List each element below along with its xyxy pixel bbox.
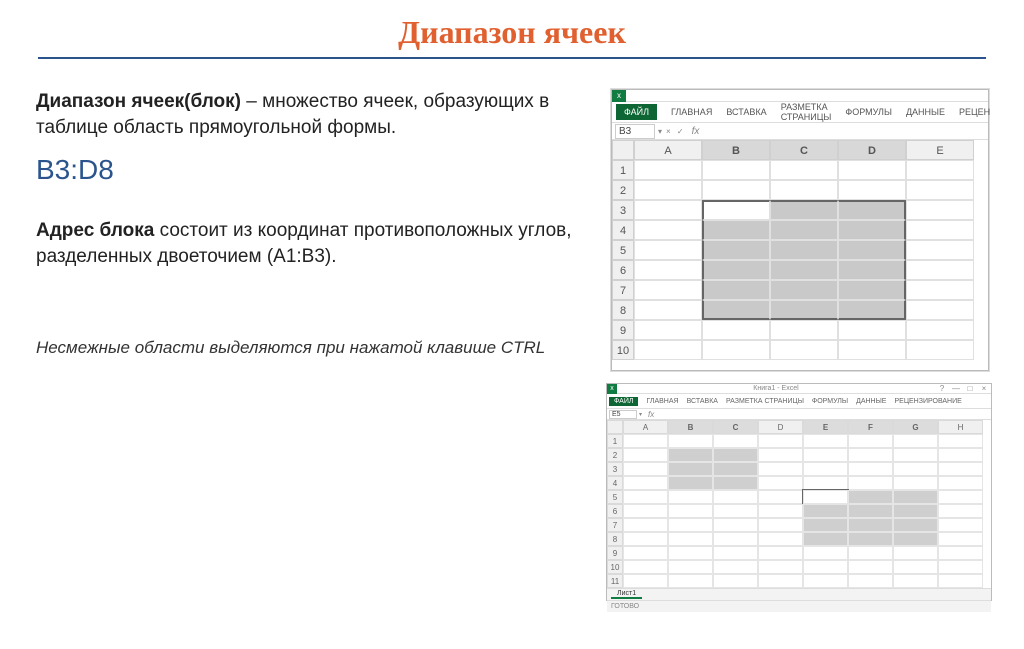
- help-icon[interactable]: ?: [935, 384, 949, 394]
- ribbon-tab-home[interactable]: ГЛАВНАЯ: [646, 398, 678, 405]
- excel-app-icon: x: [607, 384, 617, 394]
- right-column: x ФАЙЛ ГЛАВНАЯ ВСТАВКА РАЗМЕТКА СТРАНИЦЫ…: [596, 89, 996, 601]
- excel1-grid[interactable]: ABCDE12345678910: [612, 140, 988, 360]
- page-title: Диапазон ячеек: [0, 0, 1024, 51]
- excel1-titlebar: x: [612, 90, 988, 102]
- file-tab[interactable]: ФАЙЛ: [616, 104, 657, 120]
- excel2-statusbar: Лист1: [607, 588, 991, 600]
- ctrl-note: Несмежные области выделяются при нажатой…: [36, 336, 576, 360]
- ribbon-tab-insert[interactable]: ВСТАВКА: [687, 398, 718, 405]
- ribbon-tab-formulas[interactable]: ФОРМУЛЫ: [845, 107, 892, 117]
- ribbon-tab-data[interactable]: ДАННЫЕ: [856, 398, 886, 405]
- ribbon-tab-layout[interactable]: РАЗМЕТКА СТРАНИЦЫ: [726, 398, 804, 405]
- ribbon-tab-review[interactable]: РЕЦЕНЗИРОВАНИЕ: [894, 398, 961, 405]
- dropdown-icon[interactable]: ▾: [658, 127, 662, 136]
- ribbon-tab-data[interactable]: ДАННЫЕ: [906, 107, 945, 117]
- formula-icons[interactable]: × ✓: [666, 127, 686, 136]
- ribbon-tab-insert[interactable]: ВСТАВКА: [726, 107, 766, 117]
- name-box[interactable]: E5: [609, 410, 637, 419]
- excel2-grid[interactable]: ABCDEFGH1234567891011: [607, 420, 991, 588]
- excel1-formula-bar: B3 ▾ × ✓ fx: [612, 122, 988, 140]
- fx-icon[interactable]: fx: [692, 126, 700, 137]
- name-box[interactable]: B3: [615, 124, 655, 139]
- window-buttons: ? — □ ×: [935, 384, 991, 394]
- excel-app-icon: x: [612, 90, 626, 102]
- excel2-footer: ГОТОВО: [607, 600, 991, 612]
- minimize-icon[interactable]: —: [949, 384, 963, 394]
- excel-screenshot-bottom: x Книга1 - Excel ? — □ × ФАЙЛ ГЛАВНАЯ ВС…: [606, 383, 992, 601]
- definition-term: Диапазон ячеек(блок): [36, 91, 241, 112]
- excel-screenshot-top: x ФАЙЛ ГЛАВНАЯ ВСТАВКА РАЗМЕТКА СТРАНИЦЫ…: [611, 89, 989, 371]
- ribbon-tab-layout[interactable]: РАЗМЕТКА СТРАНИЦЫ: [781, 102, 832, 122]
- excel2-ribbon: ФАЙЛ ГЛАВНАЯ ВСТАВКА РАЗМЕТКА СТРАНИЦЫ Ф…: [607, 394, 991, 408]
- excel2-doc-title: Книга1 - Excel: [617, 385, 935, 392]
- definition-paragraph: Диапазон ячеек(блок) – множество ячеек, …: [36, 89, 576, 140]
- content: Диапазон ячеек(блок) – множество ячеек, …: [0, 59, 1024, 601]
- dropdown-icon[interactable]: ▾: [639, 411, 642, 418]
- excel1-ribbon: ФАЙЛ ГЛАВНАЯ ВСТАВКА РАЗМЕТКА СТРАНИЦЫ Ф…: [612, 102, 988, 122]
- fx-icon[interactable]: fx: [648, 410, 654, 419]
- close-icon[interactable]: ×: [977, 384, 991, 394]
- left-column: Диапазон ячеек(блок) – множество ячеек, …: [36, 89, 596, 601]
- excel2-formula-bar: E5 ▾ fx: [607, 408, 991, 420]
- status-text: ГОТОВО: [611, 603, 639, 610]
- ribbon-tab-review[interactable]: РЕЦЕН: [959, 107, 990, 117]
- range-reference: В3:D8: [36, 154, 576, 186]
- maximize-icon[interactable]: □: [963, 384, 977, 394]
- file-tab[interactable]: ФАЙЛ: [609, 397, 638, 406]
- address-term: Адрес блока: [36, 220, 154, 241]
- address-paragraph: Адрес блока состоит из координат противо…: [36, 218, 576, 269]
- ribbon-tab-formulas[interactable]: ФОРМУЛЫ: [812, 398, 848, 405]
- sheet-tab[interactable]: Лист1: [611, 590, 642, 599]
- ribbon-tab-home[interactable]: ГЛАВНАЯ: [671, 107, 712, 117]
- excel2-titlebar: x Книга1 - Excel ? — □ ×: [607, 384, 991, 394]
